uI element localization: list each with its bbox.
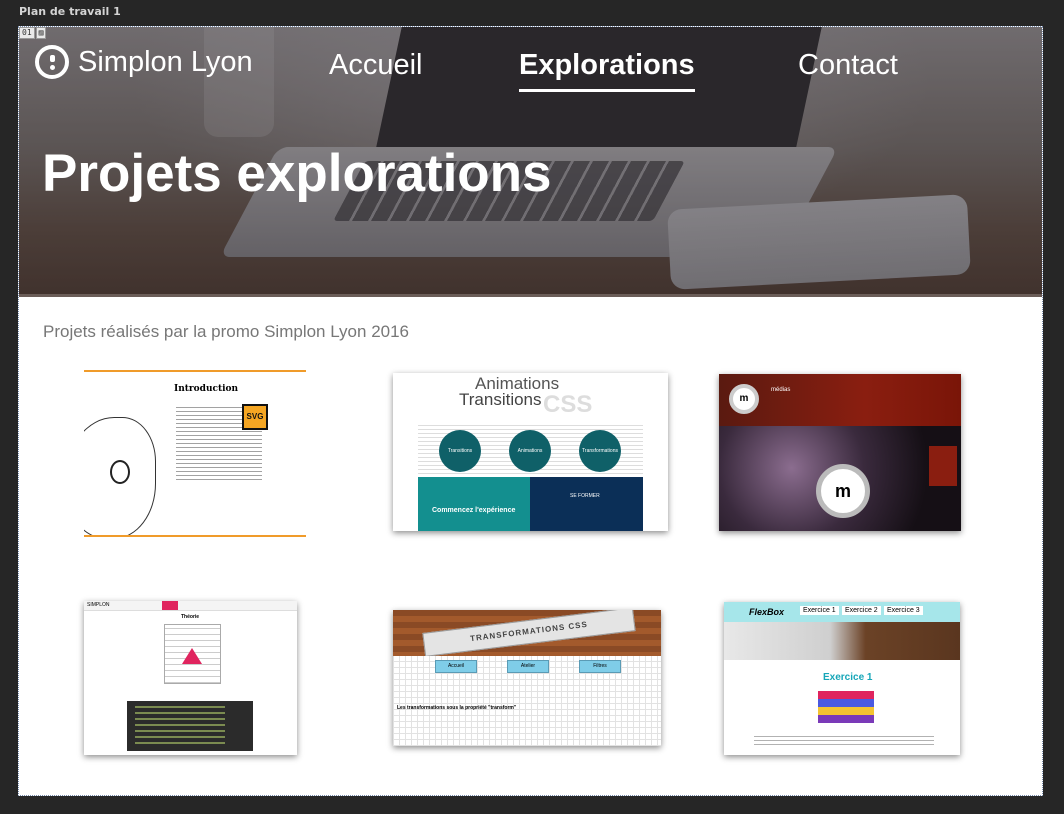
nav-link-explorations[interactable]: Explorations — [519, 49, 695, 92]
main-nav: Simplon Lyon Accueil Explorations Contac… — [19, 41, 1042, 101]
project-thumbnail-animations[interactable]: CSS Animations Transitions Transitions A… — [393, 373, 668, 531]
page-title: Projets explorations — [42, 144, 552, 203]
thumb-circle-transitions: Transitions — [439, 430, 481, 472]
thumb-teal-panel: Commencez l'expérience — [418, 477, 530, 531]
thumb-code-block — [127, 701, 253, 751]
thumb-css-word: CSS — [543, 391, 593, 418]
thumb-brand: médias — [771, 387, 791, 393]
thumb-brand: FlexBox — [749, 607, 785, 617]
project-thumbnail-medias[interactable]: m médias m — [719, 374, 961, 531]
thumb-navy-panel: SE FORMER — [530, 477, 643, 531]
medias-logo-small: m — [729, 384, 759, 414]
thumb-text-lines — [754, 736, 934, 748]
thumb-tab-3: Exercice 3 — [884, 606, 923, 615]
thumb-tab-1: Exercice 1 — [800, 606, 839, 615]
triangle-shape-icon — [182, 648, 202, 664]
thumb-brand: SIMPLON — [87, 602, 110, 608]
thumb-cta: Commencez l'expérience — [432, 507, 516, 514]
thumb-tab-2: Exercice 2 — [842, 606, 881, 615]
thumb-header: CSS Animations Transitions — [393, 373, 668, 421]
hero-border — [19, 294, 1042, 297]
thumb-title-line2: Transitions — [459, 390, 542, 409]
simplon-logo-icon — [35, 45, 69, 79]
artboard: 01 ▨ Simplon Lyon Accueil Explorations C… — [18, 26, 1043, 796]
thumb-active-tab — [162, 601, 178, 610]
thumb-nav-bar: FlexBox Exercice 1 Exercice 2 Exercice 3 — [724, 602, 960, 622]
thumb-side-menu — [929, 446, 957, 486]
project-thumbnail-transformations[interactable]: TRANSFORMATIONS CSS Accueil Atelier Filt… — [393, 610, 661, 746]
medias-logo-large: m — [816, 464, 870, 518]
artboard-number: 01 — [19, 27, 35, 39]
thumb-nav-bar: SIMPLON — [84, 601, 297, 611]
nav-link-accueil[interactable]: Accueil — [329, 49, 423, 82]
thumb-button-filtres: Filtres — [579, 660, 621, 673]
thumb-title: Introduction — [174, 384, 239, 394]
brand-name: Simplon Lyon — [78, 45, 253, 78]
project-thumbnail-flexbox[interactable]: FlexBox Exercice 1 Exercice 2 Exercice 3… — [724, 602, 960, 755]
project-thumbnail-theorie[interactable]: SIMPLON Théorie — [84, 601, 297, 755]
project-thumbnail-svg[interactable]: Introduction SVG — [84, 370, 306, 537]
artboard-label: Plan de travail 1 — [19, 5, 121, 18]
manga-eye-drawing — [110, 460, 130, 484]
section-subtitle: Projets réalisés par la promo Simplon Ly… — [43, 322, 410, 341]
thumb-button-atelier: Atelier — [507, 660, 549, 673]
thumb-button-accueil: Accueil — [435, 660, 477, 673]
thumb-circle-transformations: Transformations — [579, 430, 621, 472]
thumb-side-label: SE FORMER — [570, 493, 600, 499]
thumb-heading: Théorie — [181, 614, 200, 620]
thumb-heading: Exercice 1 — [823, 672, 873, 683]
image-icon: ▨ — [35, 27, 47, 39]
brand-logo[interactable]: Simplon Lyon — [35, 45, 253, 79]
thumb-desk-photo — [724, 622, 960, 660]
svg-logo-icon: SVG — [242, 404, 268, 430]
artboard-badge: 01 ▨ — [19, 27, 47, 39]
thumb-heading: Les transformations sous la propriété "t… — [397, 705, 517, 711]
hero-banner: Simplon Lyon Accueil Explorations Contac… — [19, 27, 1042, 297]
thumb-flex-blocks — [818, 691, 874, 723]
thumb-circle-animations: Animations — [509, 430, 551, 472]
nav-link-contact[interactable]: Contact — [798, 49, 898, 82]
